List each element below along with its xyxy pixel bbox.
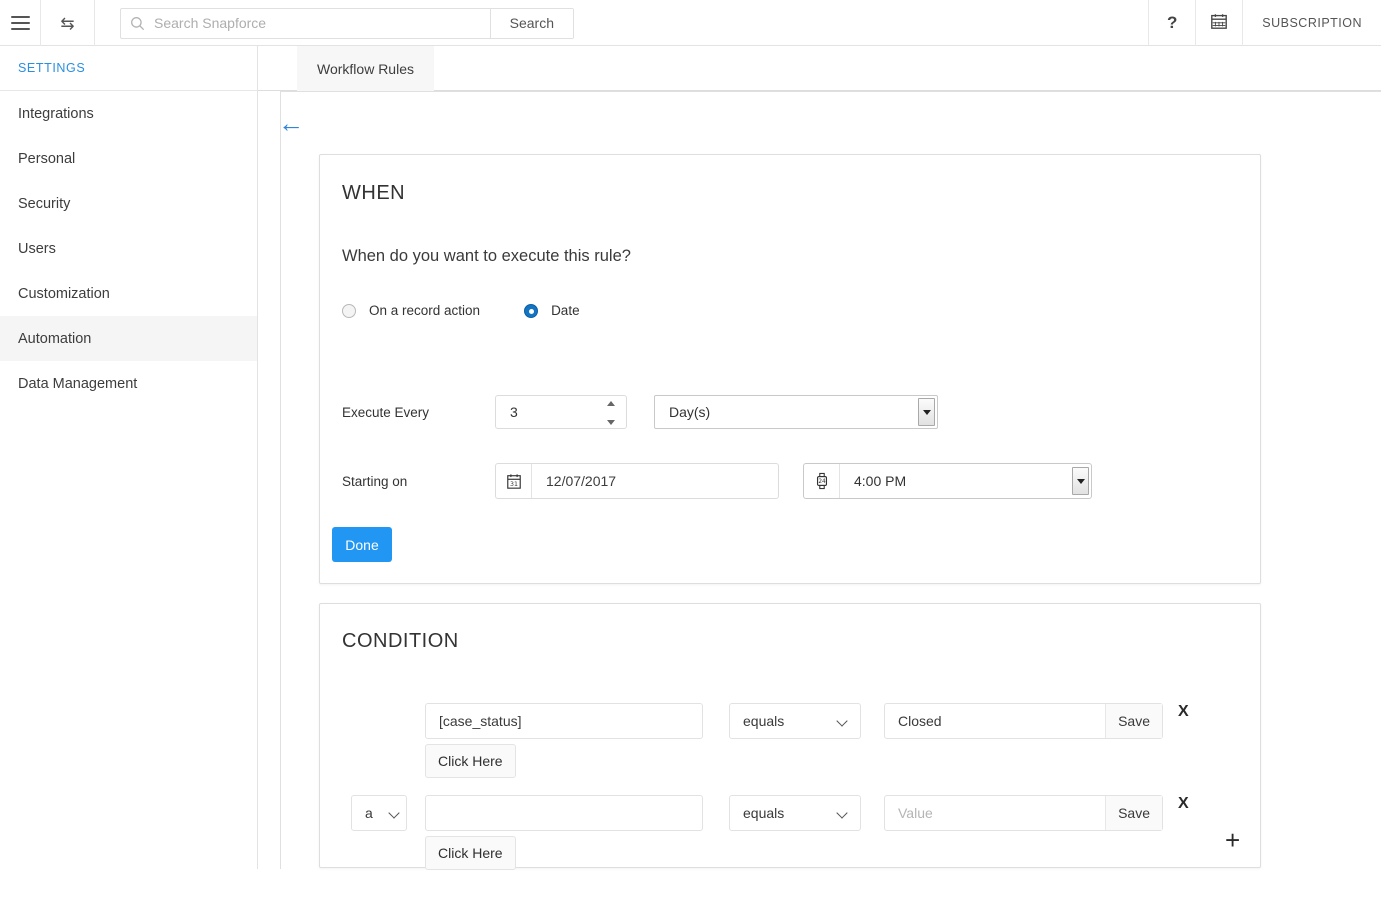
top-header-bar: ⇆ Search ? SUBSCRIPTION [0,0,1381,46]
sidebar-item-customization[interactable]: Customization [0,271,257,316]
done-button[interactable]: Done [332,527,392,562]
condition-logic-select[interactable]: a [351,795,407,831]
condition-field-stack: Click Here [425,703,703,778]
chevron-down-icon[interactable] [918,398,935,426]
switch-app-button[interactable]: ⇆ [41,0,95,46]
condition-logic-value: a [365,805,373,821]
chevron-down-icon [836,715,848,727]
when-panel: WHEN When do you want to execute this ru… [319,154,1261,584]
header-spacer [874,0,1150,45]
execute-every-input[interactable] [496,396,592,428]
condition-value-input[interactable] [885,704,1106,738]
tab-strip: Workflow Rules [258,46,1381,91]
condition-panel-title: CONDITION [342,630,459,652]
settings-sidebar: SETTINGS Integrations Personal Security … [0,46,258,869]
help-button[interactable]: ? [1149,0,1197,46]
execute-unit-value: Day(s) [669,404,711,420]
remove-condition-icon[interactable]: X [1178,795,1189,813]
svg-text:24: 24 [818,479,826,485]
condition-value-group: Save [884,703,1163,739]
condition-row: a Click Here equals Save [351,795,1163,870]
add-condition-icon[interactable]: + [1225,827,1240,853]
radio-date[interactable] [524,303,539,318]
sidebar-item-automation[interactable]: Automation [0,316,257,361]
condition-panel: CONDITION Click Here equals Save a Click [319,603,1261,870]
radio-label-date: Date [551,303,580,318]
condition-row: Click Here equals Save [425,703,1163,778]
watch-24-icon: 24 [804,464,840,498]
condition-save-button[interactable]: Save [1105,796,1162,830]
sidebar-item-label: Data Management [18,375,138,392]
sidebar-heading: SETTINGS [0,46,257,91]
radio-label-record-action: On a record action [369,303,481,318]
tab-workflow-rules[interactable]: Workflow Rules [297,46,434,91]
sidebar-item-data-management[interactable]: Data Management [0,361,257,406]
search-input[interactable] [154,8,490,38]
sidebar-item-personal[interactable]: Personal [0,136,257,181]
stepper-arrows[interactable] [605,401,617,425]
back-arrow-icon[interactable]: ← [278,108,312,140]
chevron-down-icon [836,807,848,819]
search-icon [121,9,154,38]
execute-every-label: Execute Every [342,404,430,420]
remove-condition-icon[interactable]: X [1178,703,1189,721]
condition-operator-select[interactable]: equals [729,795,861,831]
start-date-field[interactable]: 31 [495,463,779,499]
calendar-icon [1210,12,1228,35]
condition-operator-select[interactable]: equals [729,703,861,739]
svg-text:31: 31 [510,480,518,487]
condition-field-picker-button[interactable]: Click Here [425,836,516,870]
condition-field-input[interactable] [426,704,702,738]
search-area: Search [95,0,874,46]
condition-field-picker-button[interactable]: Click Here [425,744,516,778]
subscription-button[interactable]: SUBSCRIPTION [1243,0,1381,46]
hamburger-icon [10,16,30,30]
start-time-select[interactable]: 24 4:00 PM [803,463,1092,499]
stepper-up-icon[interactable] [607,401,615,406]
tab-label: Workflow Rules [317,60,414,77]
starting-on-label: Starting on [342,473,408,489]
execute-every-stepper[interactable] [495,395,627,429]
trigger-type-radio-group: On a record action Date [342,303,624,318]
question-mark-icon: ? [1167,13,1178,32]
transfer-icon: ⇆ [60,13,75,33]
search-button[interactable]: Search [489,8,573,38]
stepper-down-icon[interactable] [607,420,615,425]
sidebar-item-label: Integrations [18,105,94,122]
condition-value-group: Save [884,795,1163,831]
when-panel-title: WHEN [342,182,406,204]
sidebar-item-label: Personal [18,150,76,167]
sidebar-item-label: Users [18,240,56,257]
execute-unit-select[interactable]: Day(s) [654,395,938,429]
sidebar-item-label: Customization [18,285,110,302]
sidebar-item-security[interactable]: Security [0,181,257,226]
start-date-input[interactable] [532,464,778,498]
search-box: Search [120,7,574,39]
condition-save-button[interactable]: Save [1105,704,1162,738]
chevron-down-icon [388,807,400,819]
when-question-text: When do you want to execute this rule? [342,247,631,265]
sidebar-item-label: Automation [18,330,92,347]
condition-field-input-wrap[interactable] [425,703,703,739]
sidebar-item-users[interactable]: Users [0,226,257,271]
calendar-31-icon[interactable]: 31 [496,464,532,498]
condition-value-input[interactable] [885,796,1106,830]
chevron-down-icon[interactable] [1072,467,1089,495]
execute-every-row: Execute Every Day(s) [342,395,938,429]
radio-on-a-record-action[interactable] [342,303,356,318]
calendar-button[interactable] [1196,0,1244,46]
condition-field-input[interactable] [426,796,702,830]
starting-on-row: Starting on 31 24 4:00 PM [342,463,1092,499]
condition-field-stack: Click Here [425,795,703,870]
condition-field-input-wrap[interactable] [425,795,703,831]
sidebar-item-label: Security [18,195,71,212]
start-time-value: 4:00 PM [854,473,907,489]
hamburger-menu-button[interactable] [0,0,41,46]
sidebar-item-integrations[interactable]: Integrations [0,91,257,136]
condition-operator-value: equals [743,805,785,821]
condition-operator-value: equals [743,713,785,729]
